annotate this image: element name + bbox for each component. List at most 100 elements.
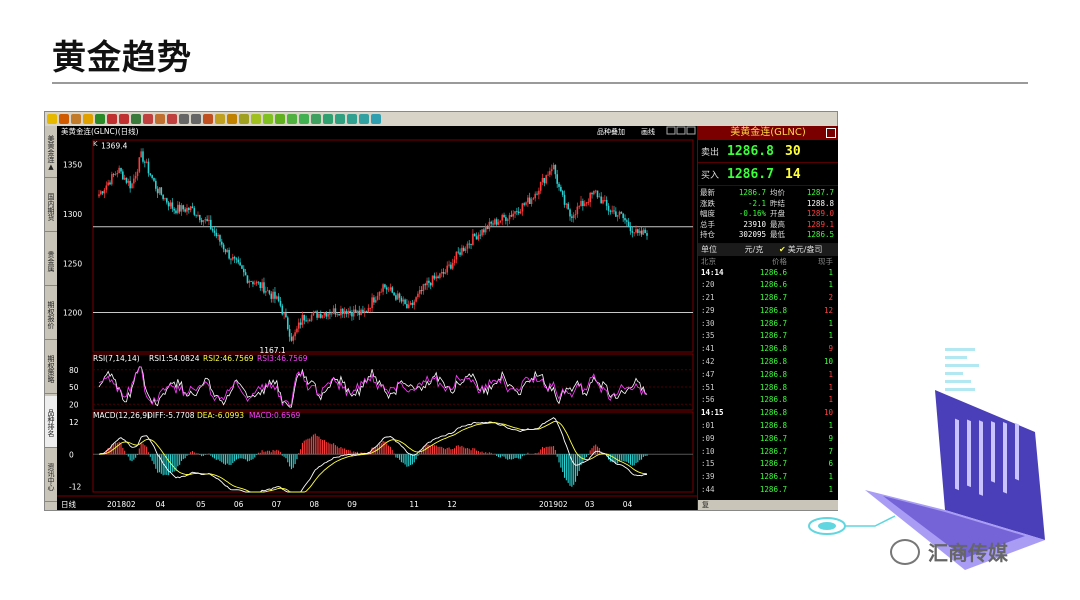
toolbar-button-icon[interactable] bbox=[287, 114, 297, 124]
toolbar-button-icon[interactable] bbox=[251, 114, 261, 124]
candle-body bbox=[631, 231, 634, 233]
stat-cell: 最新 bbox=[700, 188, 715, 197]
toolbar-button-icon[interactable] bbox=[275, 114, 285, 124]
candle-body bbox=[530, 199, 533, 205]
toolbar-button-icon[interactable] bbox=[239, 114, 249, 124]
candle-body bbox=[329, 313, 331, 315]
candle-body bbox=[395, 295, 397, 300]
toolbar-button-icon[interactable] bbox=[359, 114, 369, 124]
tick-cell: 1286.7 bbox=[759, 433, 787, 443]
stat-cell: 23910 bbox=[743, 219, 766, 229]
candle-body bbox=[604, 199, 606, 201]
candle-body bbox=[257, 281, 260, 283]
left-tab[interactable]: 美黄金连▲ bbox=[45, 126, 57, 178]
toolbar-button-icon[interactable] bbox=[179, 114, 189, 124]
candle-body bbox=[499, 220, 502, 223]
sell-price: 1286.8 bbox=[727, 143, 774, 159]
overlay-button[interactable]: 品种叠加 bbox=[597, 127, 625, 136]
candle-body bbox=[629, 226, 632, 232]
toolbar-button-icon[interactable] bbox=[83, 114, 93, 124]
candle-body bbox=[514, 211, 516, 214]
col-volume: 现手 bbox=[818, 256, 833, 266]
window-max-icon[interactable] bbox=[676, 126, 686, 135]
period-label: 日线 bbox=[61, 499, 76, 509]
left-tab[interactable]: 期权报价 bbox=[45, 288, 57, 340]
toolbar-button-icon[interactable] bbox=[335, 114, 345, 124]
toolbar-button-icon[interactable] bbox=[119, 114, 129, 124]
candle-body bbox=[100, 191, 102, 195]
toolbar-button-icon[interactable] bbox=[155, 114, 165, 124]
left-tab[interactable]: 资讯中心 bbox=[45, 450, 57, 502]
wechat-icon bbox=[890, 538, 920, 565]
left-tab[interactable]: 期权策略 bbox=[45, 342, 57, 394]
candle-body bbox=[156, 188, 159, 194]
candle-body bbox=[495, 219, 498, 225]
toolbar-button-icon[interactable] bbox=[203, 114, 213, 124]
stat-cell: 最高 bbox=[770, 219, 785, 229]
candle-body bbox=[363, 310, 366, 313]
candle-body bbox=[547, 174, 549, 176]
toolbar-button-icon[interactable] bbox=[299, 114, 309, 124]
candle-body bbox=[477, 234, 480, 240]
candle-body bbox=[202, 220, 205, 223]
candle-body bbox=[237, 259, 240, 263]
candle-body bbox=[433, 275, 436, 279]
toolbar-button-icon[interactable] bbox=[47, 114, 57, 124]
unit-check-icon: ✔ bbox=[779, 244, 786, 254]
candle-body bbox=[391, 287, 394, 293]
kline-chart[interactable]: 美黄金连(GLNC)(日线) 品种叠加 画线 K 135013001250120… bbox=[57, 126, 697, 510]
toolbar-button-icon[interactable] bbox=[95, 114, 105, 124]
candle-body bbox=[508, 215, 511, 220]
candle-body bbox=[248, 280, 251, 283]
candle-body bbox=[470, 243, 472, 245]
unit-value[interactable]: 元/克 bbox=[729, 244, 779, 256]
quote-title: 美黄金连(GLNC) bbox=[698, 126, 838, 140]
toolbar-button-icon[interactable] bbox=[227, 114, 237, 124]
toolbar-button-icon[interactable] bbox=[311, 114, 321, 124]
candle-body bbox=[462, 247, 465, 251]
toolbar-button-icon[interactable] bbox=[323, 114, 333, 124]
toolbar-button-icon[interactable] bbox=[191, 114, 201, 124]
draw-line-button[interactable]: 画线 bbox=[641, 127, 655, 136]
tick-cell: :35 bbox=[701, 331, 715, 341]
toolbar-button-icon[interactable] bbox=[107, 114, 117, 124]
candle-body bbox=[371, 297, 373, 309]
candle-body bbox=[450, 264, 452, 269]
candle-body bbox=[167, 202, 170, 207]
candle-body bbox=[222, 244, 225, 250]
toolbar-button-icon[interactable] bbox=[59, 114, 69, 124]
tick-cell: 1286.6 bbox=[759, 267, 787, 277]
candle-body bbox=[356, 310, 359, 314]
toolbar-button-icon[interactable] bbox=[167, 114, 177, 124]
left-tab[interactable]: 国内期货 bbox=[45, 180, 57, 232]
unit-option[interactable]: 美元/盎司 bbox=[788, 244, 823, 256]
window-min-icon[interactable] bbox=[666, 126, 676, 135]
candle-body bbox=[253, 283, 256, 285]
candle-body bbox=[303, 314, 306, 321]
tick-cell: 1 bbox=[828, 267, 833, 277]
toolbar-button-icon[interactable] bbox=[215, 114, 225, 124]
left-tab[interactable]: 品种排名 bbox=[45, 396, 57, 448]
toolbar-button-icon[interactable] bbox=[347, 114, 357, 124]
quote-title-text: 美黄金连(GLNC) bbox=[730, 127, 806, 138]
candle-body bbox=[319, 313, 322, 318]
toolbar-button-icon[interactable] bbox=[371, 114, 381, 124]
tick-cell: :44 bbox=[701, 485, 715, 495]
x-axis-label: 05 bbox=[196, 500, 206, 509]
toolbar-button-icon[interactable] bbox=[131, 114, 141, 124]
tick-cell: 1286.8 bbox=[759, 369, 787, 379]
candle-body bbox=[297, 322, 300, 329]
toolbar-button-icon[interactable] bbox=[71, 114, 81, 124]
chart-area[interactable]: 美黄金连(GLNC)(日线) 品种叠加 画线 K 1350 1300 1250 120… bbox=[57, 126, 697, 510]
high-price-label: 1369.4 bbox=[101, 142, 127, 151]
left-tab[interactable]: 贵金属 bbox=[45, 234, 57, 286]
toolbar-button-icon[interactable] bbox=[143, 114, 153, 124]
candle-body bbox=[103, 189, 106, 194]
candle-body bbox=[525, 202, 527, 205]
toolbar-button-icon[interactable] bbox=[263, 114, 273, 124]
tick-cell: 1286.8 bbox=[759, 408, 787, 418]
stat-cell: 1289.0 bbox=[806, 209, 834, 218]
candle-body bbox=[308, 320, 311, 322]
panel-toggle-icon[interactable] bbox=[826, 128, 836, 138]
window-close-icon[interactable] bbox=[686, 126, 696, 135]
